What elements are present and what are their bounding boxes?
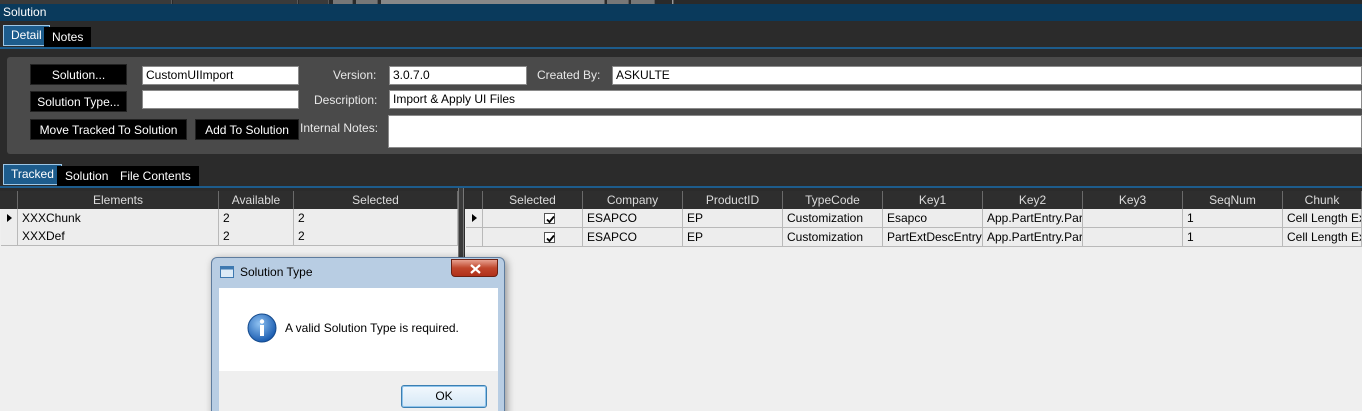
selected-cell[interactable] (483, 228, 583, 247)
row-selector[interactable] (1, 227, 18, 246)
tab-file-contents[interactable]: File Contents (112, 166, 199, 187)
move-tracked-to-solution-button[interactable]: Move Tracked To Solution (30, 119, 187, 140)
table-cell[interactable]: Customization (783, 228, 883, 247)
table-cell[interactable]: App.PartEntry.Par (983, 228, 1083, 247)
tracked-items-grid: Selected Company ProductID TypeCode Key1… (465, 191, 1362, 411)
table-cell[interactable]: Customization (783, 209, 883, 228)
table-cell[interactable]: XXXDef (18, 227, 219, 246)
table-cell[interactable]: XXXChunk (18, 209, 219, 228)
selected-checkbox[interactable] (544, 232, 555, 243)
column-header[interactable]: SeqNum (1183, 191, 1283, 209)
row-selector[interactable] (1, 209, 18, 228)
table-cell[interactable]: 2 (219, 227, 294, 246)
lower-tab-underline (0, 186, 1362, 188)
row-selector[interactable] (466, 209, 483, 228)
column-header[interactable]: Chunk (1283, 191, 1362, 209)
close-icon (470, 264, 481, 274)
grid-corner (465, 191, 483, 209)
column-header[interactable]: Available (219, 191, 294, 209)
lower-tab-row: Tracked Solution File Contents (0, 160, 1362, 187)
column-header[interactable]: Selected (483, 191, 583, 209)
table-cell[interactable]: Esapco (883, 209, 983, 228)
selected-checkbox[interactable] (544, 213, 555, 224)
column-header[interactable]: Key2 (983, 191, 1083, 209)
description-field[interactable]: Import & Apply UI Files (389, 90, 1362, 109)
table-cell[interactable]: ESAPCO (583, 209, 683, 228)
solution-type-button[interactable]: Solution Type... (30, 91, 127, 112)
internal-notes-label: Internal Notes: (300, 121, 379, 135)
info-icon (247, 313, 277, 343)
dialog-app-icon (220, 266, 234, 278)
table-cell[interactable]: EP (683, 209, 783, 228)
table-cell[interactable]: EP (683, 228, 783, 247)
window-title: Solution (0, 4, 1362, 21)
table-cell[interactable] (1083, 209, 1183, 228)
tab-solution[interactable]: Solution (57, 166, 117, 187)
table-cell[interactable]: 1 (1183, 228, 1283, 247)
column-header[interactable]: TypeCode (783, 191, 883, 209)
detail-tab-row: Detail Notes (0, 21, 1362, 48)
dialog-footer: OK (219, 371, 498, 411)
dialog-message: A valid Solution Type is required. (285, 321, 459, 335)
table-cell[interactable]: Cell Length Ex (1283, 209, 1362, 228)
dialog-body: A valid Solution Type is required. (219, 288, 498, 371)
current-row-arrow-icon (7, 214, 12, 222)
table-cell[interactable]: PartExtDescEntry (883, 228, 983, 247)
table-cell[interactable]: 2 (294, 227, 458, 246)
column-header[interactable]: Company (583, 191, 683, 209)
solution-type-dialog: Solution Type A valid Solution Type is r… (211, 257, 505, 411)
row-selector[interactable] (466, 228, 483, 247)
ok-button[interactable]: OK (401, 385, 487, 408)
dialog-title: Solution Type (240, 265, 313, 279)
created-by-label: Created By: (537, 68, 601, 82)
description-label: Description: (314, 93, 378, 107)
solution-field[interactable]: CustomUIImport (142, 66, 299, 85)
table-cell[interactable]: Cell Length Ex (1283, 228, 1362, 247)
solution-type-field[interactable] (142, 90, 299, 109)
internal-notes-field[interactable] (388, 115, 1362, 148)
tab-detail[interactable]: Detail (3, 25, 50, 46)
tab-notes[interactable]: Notes (44, 27, 92, 48)
dialog-close-button[interactable] (451, 259, 498, 277)
table-cell[interactable]: ESAPCO (583, 228, 683, 247)
check-icon (546, 215, 555, 224)
selected-cell[interactable] (483, 209, 583, 228)
table-cell[interactable]: 1 (1183, 209, 1283, 228)
tab-tracked[interactable]: Tracked (3, 164, 62, 185)
column-header[interactable]: Selected (294, 191, 458, 209)
column-header[interactable]: Key1 (883, 191, 983, 209)
created-by-field[interactable]: ASKULTE (612, 66, 1362, 85)
column-header[interactable]: ProductID (683, 191, 783, 209)
version-field[interactable]: 3.0.7.0 (389, 66, 527, 85)
grid-corner (0, 191, 18, 209)
column-header[interactable]: Key3 (1083, 191, 1183, 209)
column-header[interactable]: Elements (18, 191, 219, 209)
version-label: Version: (333, 68, 377, 82)
table-cell[interactable]: App.PartEntry.Par (983, 209, 1083, 228)
add-to-solution-button[interactable]: Add To Solution (195, 119, 299, 140)
solution-button[interactable]: Solution... (30, 64, 127, 85)
table-cell[interactable] (1083, 228, 1183, 247)
detail-panel: Solution... CustomUIImport Solution Type… (7, 57, 1362, 154)
table-cell[interactable]: 2 (294, 209, 458, 228)
table-cell[interactable]: 2 (219, 209, 294, 228)
tab-underline (0, 47, 1362, 49)
check-icon (546, 234, 555, 243)
current-row-arrow-icon (472, 214, 477, 222)
